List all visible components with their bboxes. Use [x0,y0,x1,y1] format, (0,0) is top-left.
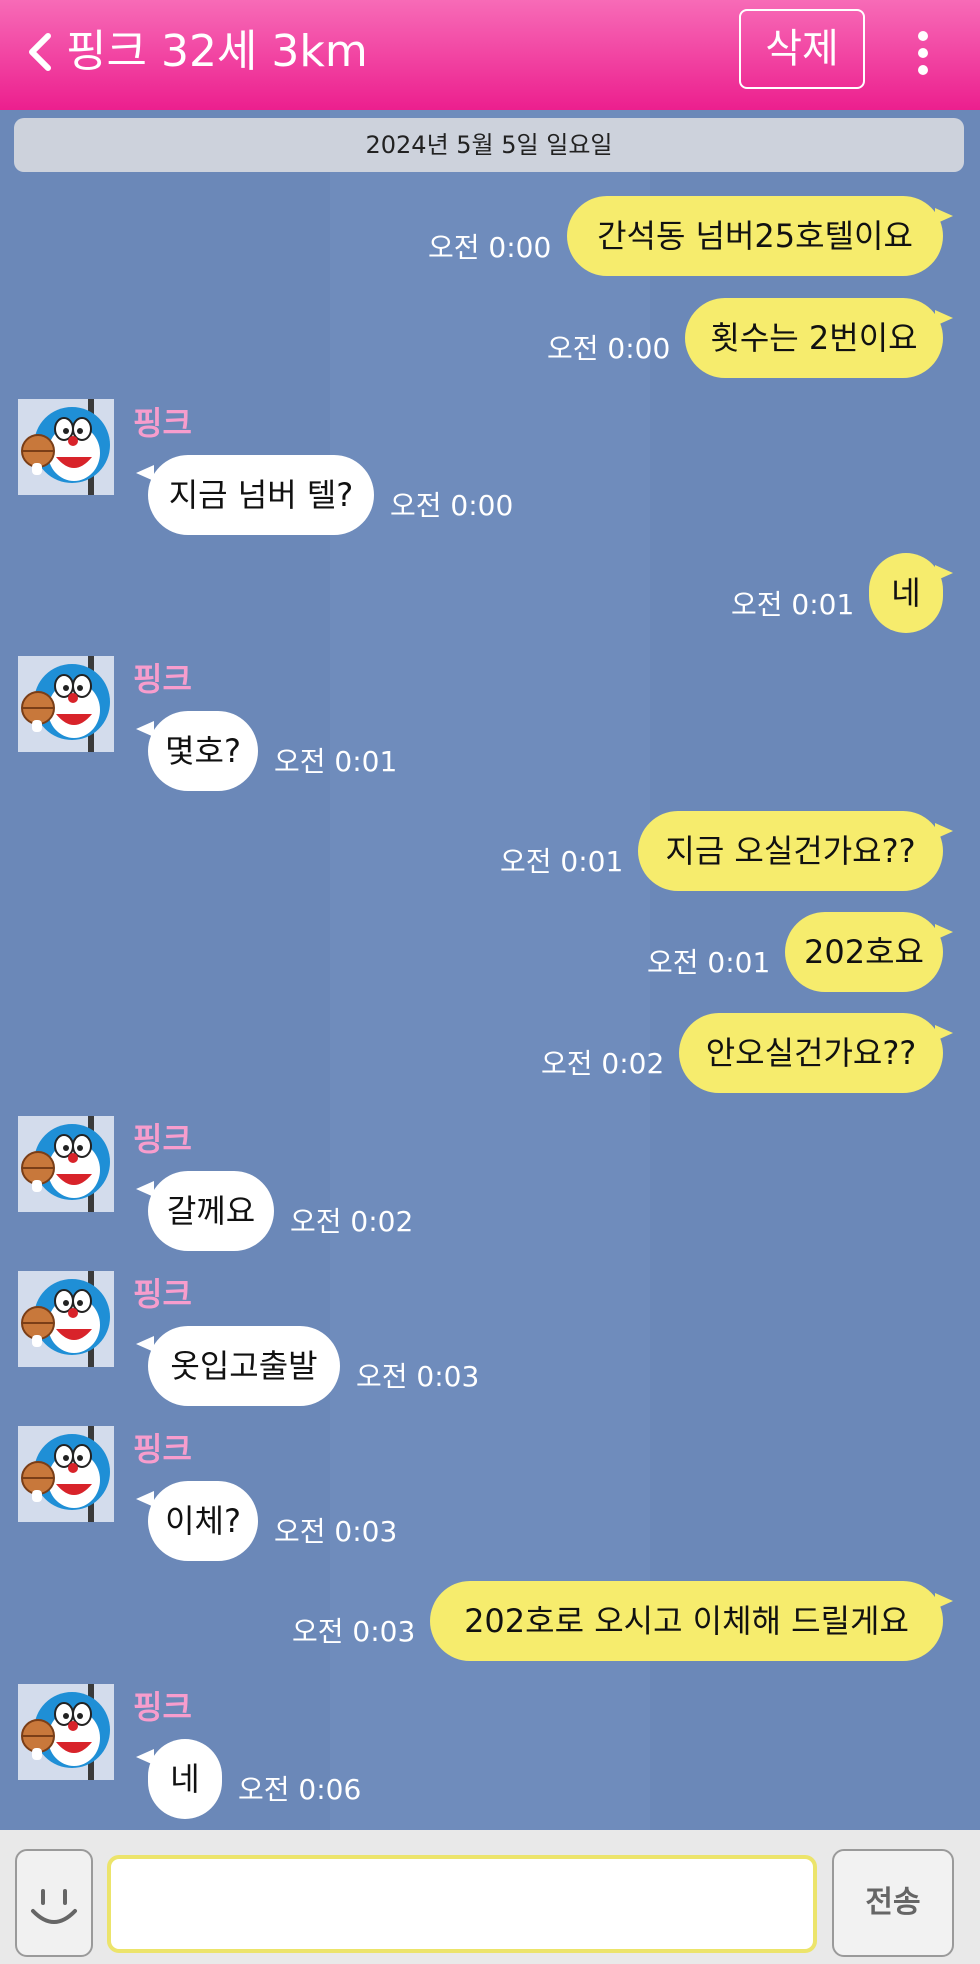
sender-name: 핑크 [133,660,192,698]
message-time: 오전 0:03 [292,1615,416,1648]
sender-name: 핑크 [133,1120,192,1158]
my-message-bubble[interactable]: 202호요 [785,912,953,992]
sender-name: 핑크 [133,1430,192,1468]
my-message-bubble[interactable]: 지금 오실건가요?? [638,811,953,891]
message-time: 오전 0:01 [731,588,855,621]
received-message-bubble[interactable]: 이체? [136,1481,258,1561]
sender-name: 핑크 [133,1688,192,1726]
chat-header: 핑크 32세 3km 삭제 [0,0,980,110]
more-menu-icon[interactable] [910,28,936,78]
sender-avatar[interactable] [18,1271,114,1367]
sender-name: 핑크 [133,404,192,442]
message-time: 오전 0:00 [547,332,671,365]
message-time: 오전 0:06 [238,1773,362,1806]
received-message-bubble[interactable]: 옷입고출발 [136,1326,340,1406]
message-input[interactable] [107,1855,817,1953]
sender-avatar[interactable] [18,1116,114,1212]
received-message-bubble[interactable]: 갈께요 [136,1171,274,1251]
received-message-bubble[interactable]: 네 [136,1739,222,1819]
my-message-bubble[interactable]: 횟수는 2번이요 [685,298,953,378]
message-time: 오전 0:00 [428,231,552,264]
message-composer: 전송 [0,1830,980,1964]
message-time: 오전 0:01 [274,745,398,778]
my-message-bubble[interactable]: 202호로 오시고 이체해 드릴게요 [430,1581,953,1661]
message-time: 오전 0:01 [647,946,771,979]
message-time: 오전 0:03 [356,1360,480,1393]
date-divider: 2024년 5월 5일 일요일 [14,118,964,172]
send-button[interactable]: 전송 [832,1849,954,1957]
message-time: 오전 0:03 [274,1515,398,1548]
sender-avatar[interactable] [18,1426,114,1522]
sender-avatar[interactable] [18,1684,114,1780]
emoji-button[interactable] [15,1849,93,1957]
message-time: 오전 0:00 [390,489,514,522]
message-time: 오전 0:02 [290,1205,414,1238]
chat-messages-area[interactable]: 2024년 5월 5일 일요일 오전 0:00 간석동 넘버25호텔이요 오전 … [0,110,980,1830]
smiley-icon [31,1889,77,1924]
message-time: 오전 0:02 [541,1047,665,1080]
my-message-bubble[interactable]: 간석동 넘버25호텔이요 [567,196,953,276]
delete-button[interactable]: 삭제 [739,9,865,89]
sender-avatar[interactable] [18,399,114,495]
sender-name: 핑크 [133,1275,192,1313]
chat-title: 핑크 32세 3km [66,26,368,77]
received-message-bubble[interactable]: 지금 넘버 텔? [136,455,374,535]
my-message-bubble[interactable]: 네 [869,553,953,633]
received-message-bubble[interactable]: 몇호? [136,711,258,791]
back-chevron-icon[interactable] [22,28,58,76]
my-message-bubble[interactable]: 안오실건가요?? [679,1013,953,1093]
message-time: 오전 0:01 [500,845,624,878]
sender-avatar[interactable] [18,656,114,752]
